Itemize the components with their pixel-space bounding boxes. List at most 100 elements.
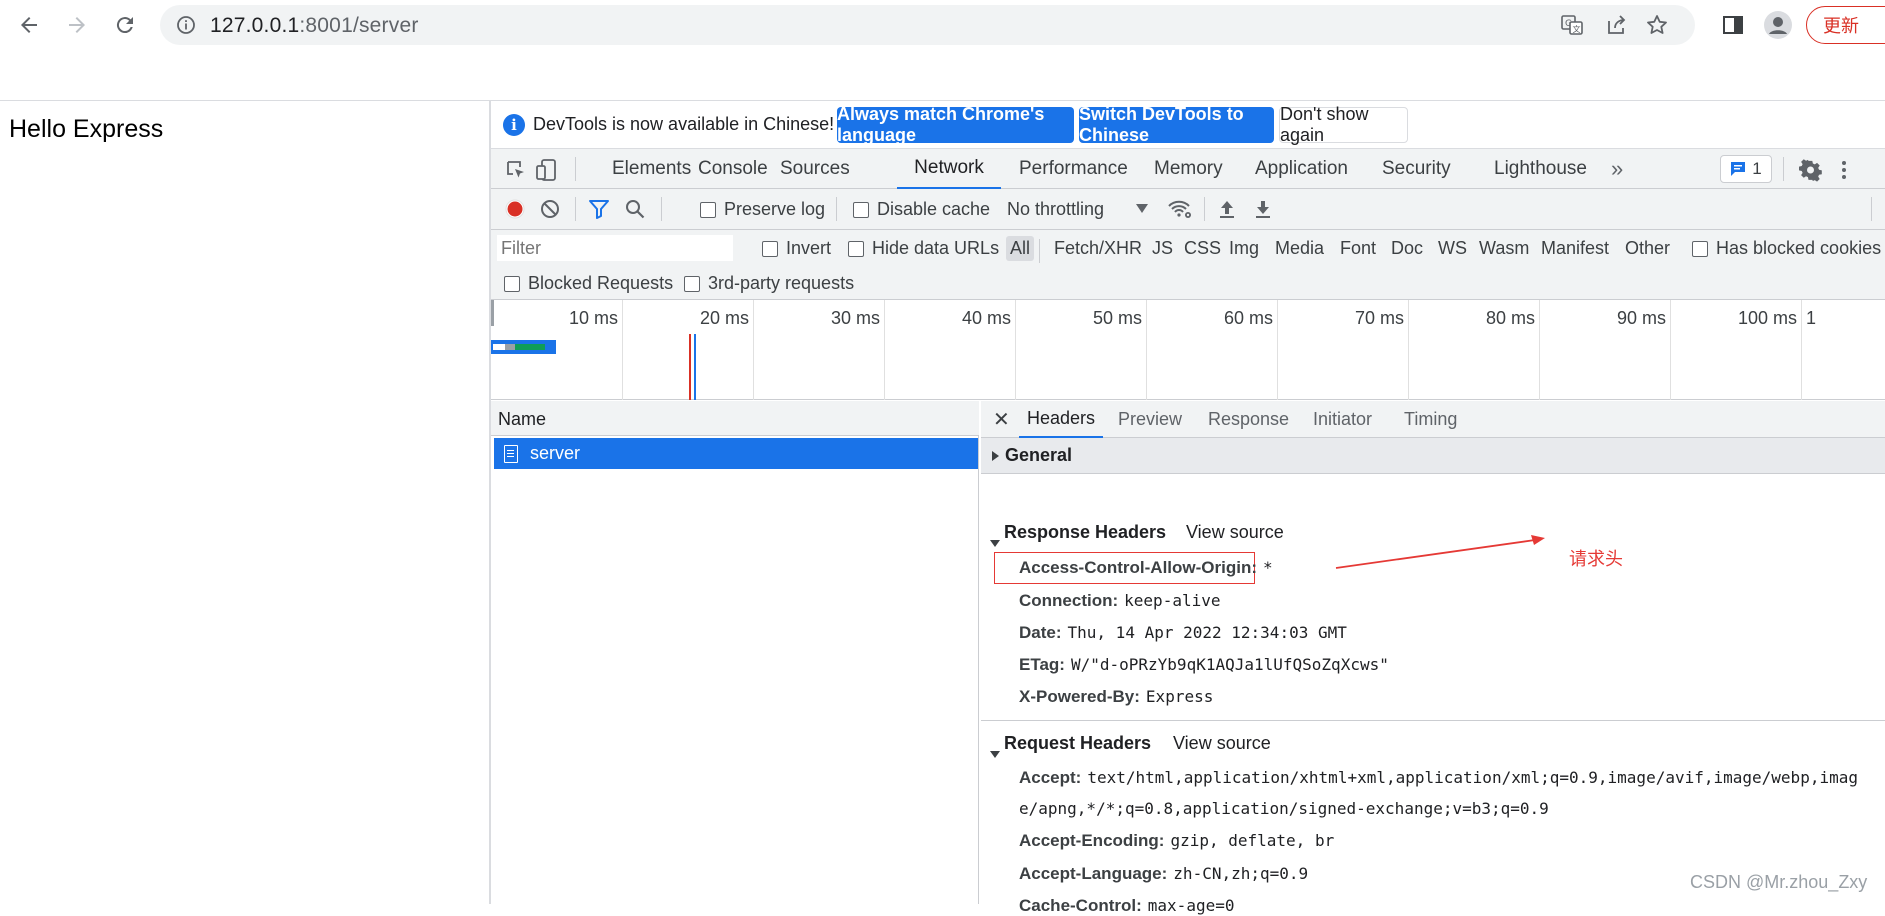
search-icon[interactable] (624, 198, 646, 220)
tab-headers[interactable]: Headers (1019, 401, 1104, 438)
tab-security[interactable]: Security (1382, 149, 1451, 189)
tick-line (622, 300, 623, 400)
issues-chat-icon (1731, 162, 1746, 176)
general-section-header[interactable]: General (981, 438, 1885, 474)
address-bar[interactable]: 127.0.0.1:8001/server G文 (160, 5, 1695, 45)
record-icon[interactable] (504, 198, 526, 220)
disable-cache-label: Disable cache (877, 199, 991, 219)
tab-application[interactable]: Application (1255, 149, 1348, 189)
export-har-download-icon[interactable] (1253, 198, 1273, 220)
tick-label: 60 ms (1223, 308, 1273, 328)
filter-type-font[interactable]: Font (1340, 238, 1376, 259)
devtools-panel: i DevTools is now available in Chinese! … (491, 101, 1885, 915)
response-view-source-link[interactable]: View source (1186, 522, 1284, 543)
network-toolbar: Preserve log Disable cache No throttling (491, 189, 1885, 230)
response-headers-toggle[interactable] (990, 531, 1000, 552)
checkbox[interactable] (848, 240, 864, 257)
throttling-value: No throttling (1007, 199, 1105, 219)
filter-type-wasm[interactable]: Wasm (1479, 238, 1529, 259)
request-row-server[interactable]: server (494, 438, 978, 469)
detail-tabs-bar: ✕ Headers Preview Response Initiator Tim… (981, 401, 1885, 438)
network-overview-timeline[interactable]: 10 ms 20 ms 30 ms 40 ms 50 ms 60 ms 70 m… (491, 300, 1885, 400)
checkbox[interactable] (700, 201, 716, 218)
timeline-handle[interactable] (491, 300, 494, 326)
invert-checkbox[interactable]: Invert (762, 238, 831, 259)
filter-type-doc[interactable]: Doc (1391, 238, 1423, 259)
filter-type-all[interactable]: All (1006, 236, 1035, 261)
tab-console[interactable]: Console (698, 149, 768, 189)
bookmark-star-icon[interactable] (1642, 10, 1672, 40)
dont-show-again-button[interactable]: Don't show again (1279, 104, 1408, 145)
more-options-kebab-icon[interactable] (1838, 158, 1850, 182)
checkbox[interactable] (1692, 240, 1708, 257)
tab-lighthouse[interactable]: Lighthouse (1494, 149, 1587, 189)
filter-type-ws[interactable]: WS (1438, 238, 1467, 259)
network-conditions-wifi-icon[interactable] (1167, 198, 1193, 220)
tick-label: 70 ms (1354, 308, 1404, 328)
side-panel-icon[interactable] (1718, 10, 1748, 40)
filter-bar: Invert Hide data URLs All Fetch/XHR JS C… (491, 230, 1885, 300)
more-tabs-chevron-icon[interactable]: » (1611, 149, 1623, 189)
url-text[interactable]: 127.0.0.1:8001/server (210, 14, 419, 38)
tick-label: 30 ms (830, 308, 880, 328)
tab-performance[interactable]: Performance (1019, 149, 1128, 189)
share-icon[interactable] (1602, 10, 1632, 40)
site-info-icon[interactable] (176, 15, 196, 35)
response-headers-title[interactable]: Response Headers (1004, 522, 1166, 543)
disable-cache-checkbox[interactable]: Disable cache (853, 199, 990, 220)
close-icon[interactable]: ✕ (993, 401, 1010, 438)
filter-funnel-icon[interactable] (588, 198, 610, 220)
filter-type-js[interactable]: JS (1152, 238, 1173, 259)
update-button[interactable]: 更新 (1806, 6, 1885, 44)
tab-timing[interactable]: Timing (1404, 401, 1457, 438)
checkbox[interactable] (504, 275, 520, 292)
profile-avatar-icon[interactable] (1763, 10, 1793, 40)
device-toolbar-icon[interactable] (536, 158, 558, 182)
forward-button[interactable] (60, 8, 94, 42)
divider (1871, 197, 1872, 221)
always-match-language-button[interactable]: Always match Chrome's language (837, 104, 1074, 145)
hide-data-urls-checkbox[interactable]: Hide data URLs (848, 238, 999, 259)
waterfall-queue-segment (493, 344, 505, 350)
switch-to-chinese-button[interactable]: Switch DevTools to Chinese (1079, 104, 1274, 145)
filter-type-img[interactable]: Img (1229, 238, 1259, 259)
filter-type-manifest[interactable]: Manifest (1541, 238, 1609, 259)
inspect-element-icon[interactable] (505, 159, 527, 181)
filter-input[interactable] (497, 235, 733, 261)
preserve-log-checkbox[interactable]: Preserve log (700, 199, 825, 220)
issues-button[interactable]: 1 (1720, 155, 1772, 183)
back-button[interactable] (12, 8, 46, 42)
chevron-down-icon[interactable] (1136, 204, 1148, 214)
request-headers-title[interactable]: Request Headers (1004, 733, 1151, 754)
import-har-upload-icon[interactable] (1217, 198, 1237, 220)
clear-icon[interactable] (539, 198, 561, 220)
checkbox[interactable] (762, 240, 778, 257)
tab-network[interactable]: Network (897, 149, 1001, 189)
settings-gear-icon[interactable] (1799, 158, 1823, 182)
throttling-select[interactable]: No throttling (1007, 199, 1104, 220)
third-party-requests-checkbox[interactable]: 3rd-party requests (684, 273, 854, 294)
header-value: Express (1145, 687, 1214, 706)
blocked-requests-checkbox[interactable]: Blocked Requests (504, 273, 673, 294)
tab-elements[interactable]: Elements (612, 149, 691, 189)
filter-type-media[interactable]: Media (1275, 238, 1324, 259)
reload-button[interactable] (108, 8, 142, 42)
filter-type-fetch-xhr[interactable]: Fetch/XHR (1054, 238, 1142, 259)
tab-memory[interactable]: Memory (1154, 149, 1223, 189)
general-label: General (1005, 445, 1073, 465)
tab-response[interactable]: Response (1208, 401, 1289, 438)
translate-icon[interactable]: G文 (1557, 10, 1587, 40)
tick-label: 40 ms (961, 308, 1011, 328)
checkbox[interactable] (853, 201, 869, 218)
tab-preview[interactable]: Preview (1118, 401, 1182, 438)
tab-initiator[interactable]: Initiator (1313, 401, 1372, 438)
name-column-header[interactable]: Name (491, 401, 979, 436)
request-headers-toggle[interactable] (990, 742, 1000, 763)
checkbox[interactable] (684, 275, 700, 292)
has-blocked-cookies-checkbox[interactable]: Has blocked cookies (1692, 238, 1881, 259)
request-view-source-link[interactable]: View source (1173, 733, 1271, 754)
filter-type-css[interactable]: CSS (1184, 238, 1221, 259)
filter-type-other[interactable]: Other (1625, 238, 1670, 259)
tick-line (1801, 300, 1802, 400)
tab-sources[interactable]: Sources (780, 149, 850, 189)
